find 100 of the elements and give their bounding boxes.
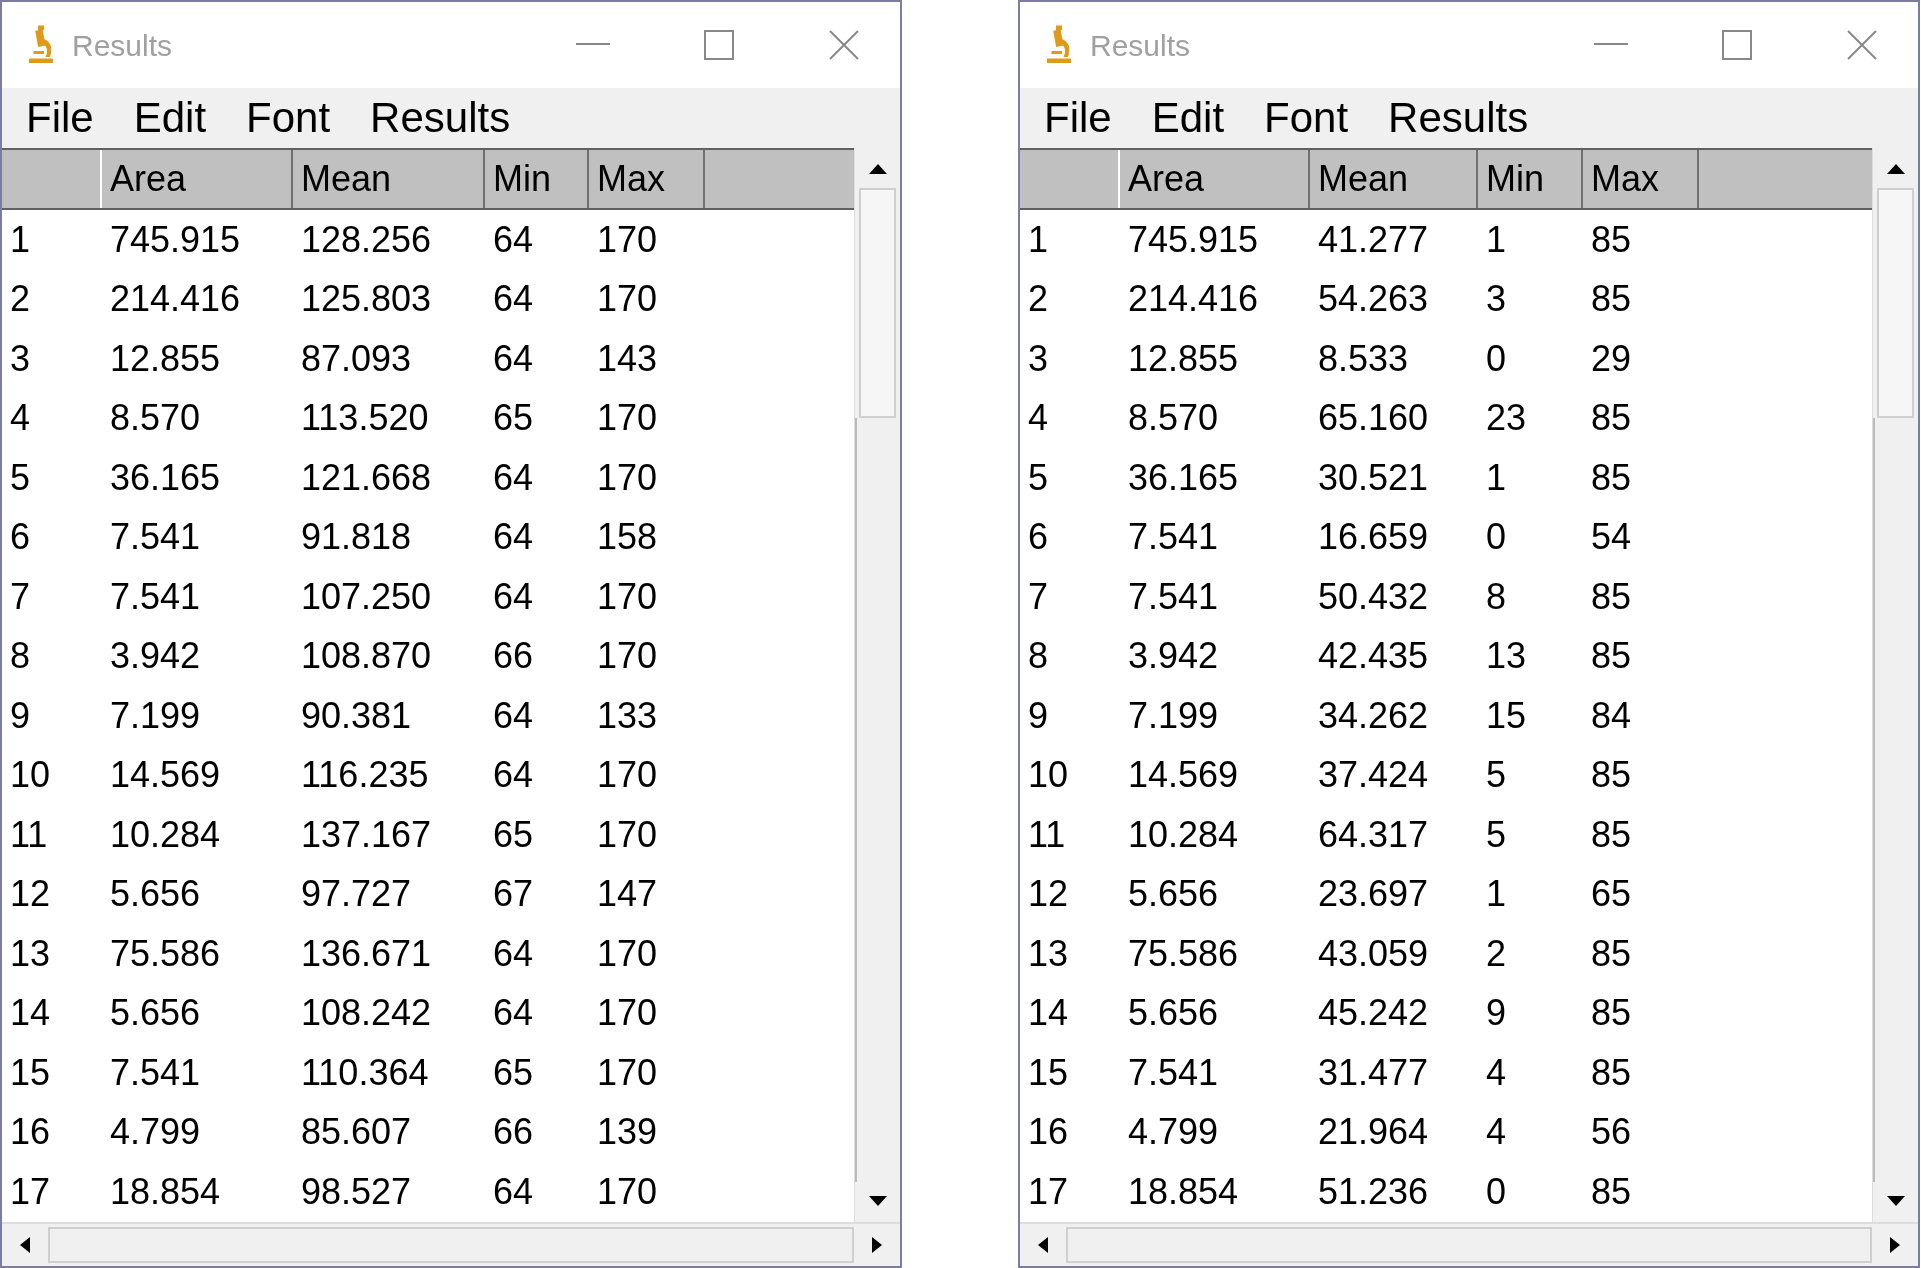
table-cell-text: 170 [596,816,659,853]
table-cell-text: 65 [1590,876,1633,913]
menu-item[interactable]: File [26,97,94,139]
table-cell-text: 85 [1590,757,1633,794]
table-cell-text: 10 [1027,757,1070,794]
menu-item[interactable]: Edit [133,97,207,139]
table-cell-text: 170 [596,578,659,615]
table-cell-text: 12.855 [1127,340,1240,377]
table-cell-text: 5.656 [109,876,202,913]
column-header[interactable]: Max [589,150,705,208]
table-cell-text: 14 [9,995,52,1032]
vertical-scrollbar[interactable] [854,148,900,1222]
table-cell-text: 14.569 [109,757,222,794]
table-cell-text: 31.477 [1317,1054,1430,1091]
table-cell-text: 170 [596,221,659,258]
scrollbar-thumb[interactable] [1877,188,1914,418]
table-cell-text: 7.199 [109,697,202,734]
table-cell-text: 7 [1027,578,1050,615]
table-cell-text: 5 [9,459,32,496]
table-cell-text: 65.160 [1317,400,1430,437]
table-cell-text: 5 [1485,816,1508,853]
menu-item[interactable]: File [1044,97,1112,139]
table-cell-text: 7.199 [1127,697,1220,734]
table-cell-text: 108.242 [300,995,433,1032]
menu-item[interactable]: Results [1388,97,1529,139]
minimize-icon[interactable] [576,43,610,47]
column-header[interactable]: Area [102,150,293,208]
table-cell-text: 3.942 [109,638,202,675]
table-cell-text: 170 [596,757,659,794]
scrollbar-thumb[interactable] [48,1227,854,1263]
table-cell-text: 3 [1027,340,1050,377]
table-cell-text: 9 [9,697,32,734]
table-cell-text: 5.656 [1127,876,1220,913]
table-cell-text: 7.541 [109,1054,202,1091]
maximize-icon[interactable] [1722,30,1752,60]
table-cell-text: 85 [1590,935,1633,972]
column-header[interactable]: Mean [293,150,485,208]
table-cell-text: 113.520 [300,400,430,437]
table-cell-text: 36.165 [109,459,222,496]
table-cell-text: 54.263 [1317,281,1430,318]
scrollbar-thumb[interactable] [1066,1227,1872,1263]
table-cell-text: 65 [492,816,535,853]
table-cell-text: 17 [9,1173,52,1210]
table-cell-text: 147 [596,876,659,913]
table-cell-text: 91.818 [300,519,413,556]
table-cell-text: 136.671 [300,935,433,972]
table-cell-text: 170 [596,459,659,496]
table-cell-text: 64 [492,578,535,615]
table-cell-text: 137.167 [300,816,433,853]
table-cell-text: 8 [1485,578,1508,615]
table-cell-text: 1 [9,221,32,258]
close-icon[interactable] [828,29,860,61]
table-cell-text: 170 [596,1173,659,1210]
column-header[interactable]: Mean [1310,150,1478,208]
column-header[interactable]: Max [1583,150,1699,208]
table-cell-text: 66 [492,1114,535,1151]
table-cell-text: 133 [596,697,659,734]
menu-item[interactable]: Font [246,97,331,139]
table-cell-text: 10 [9,757,52,794]
table-cell-text: 65 [492,1054,535,1091]
column-header[interactable]: Min [485,150,589,208]
close-icon[interactable] [1846,29,1878,61]
table-cell-text: 16 [1027,1114,1070,1151]
table-cell-text: 97.727 [300,876,413,913]
table-cell-text: 18.854 [1127,1173,1240,1210]
table-cell-text: 85 [1590,578,1633,615]
menu-item[interactable]: Edit [1151,97,1225,139]
horizontal-scrollbar[interactable] [2,1222,900,1266]
table-cell-text: 64 [492,1173,535,1210]
column-header[interactable]: Min [1478,150,1583,208]
menu-item[interactable]: Results [370,97,511,139]
menu-item[interactable]: Font [1264,97,1349,139]
column-header[interactable]: Area [1120,150,1310,208]
table-cell-text: 64 [492,757,535,794]
table-cell-text: 170 [596,638,659,675]
table-cell-text: 4 [9,400,32,437]
table-cell-text: 84 [1590,697,1633,734]
table-cell-text: 2 [1027,281,1050,318]
table-cell-text: 41.277 [1317,221,1430,258]
table-cell-text: 6 [1027,519,1050,556]
table-cell-text: 64 [492,519,535,556]
microscope-icon [26,24,56,66]
table-cell-text: 21.964 [1317,1114,1430,1151]
table-cell-text: 3.942 [1127,638,1220,675]
scrollbar-thumb[interactable] [859,188,896,418]
table-cell-text: 4.799 [1127,1114,1220,1151]
table-cell-text: 125.803 [300,281,433,318]
table-cell-text: 18.854 [109,1173,222,1210]
table-cell-text: 43.059 [1317,935,1430,972]
table-cell-text: 170 [596,995,659,1032]
maximize-icon[interactable] [704,30,734,60]
minimize-icon[interactable] [1594,43,1628,47]
table-cell-text: 116.235 [300,757,430,794]
vertical-scrollbar[interactable] [1872,148,1918,1222]
window-title: Results [72,27,173,64]
table-cell-text: 14.569 [1127,757,1240,794]
table-cell-text: 51.236 [1317,1173,1430,1210]
table-cell-text: 85 [1590,1054,1633,1091]
table-cell-text: 56 [1590,1114,1633,1151]
horizontal-scrollbar[interactable] [1020,1222,1918,1266]
